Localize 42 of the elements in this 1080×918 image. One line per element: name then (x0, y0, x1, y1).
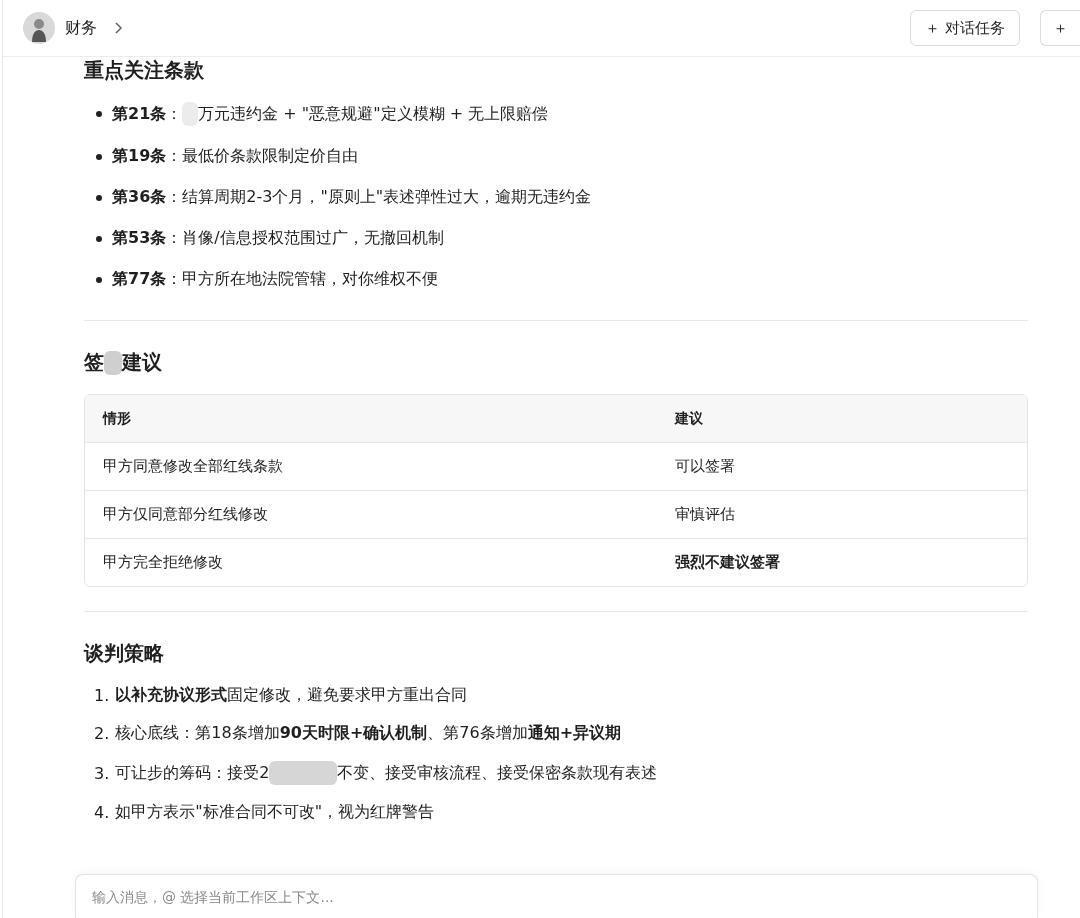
text: 万元违约金 + "恶意规避"定义模糊 + 无上限赔偿 (198, 103, 549, 125)
text: 不变、接受审核流程、接受保密条款现有表述 (337, 762, 658, 784)
workspace-title: 财务 (65, 17, 97, 39)
section-heading: 谈判策略 (84, 640, 164, 667)
table-cell-text: 甲方同意修改全部红线条款 (102, 457, 284, 476)
clause-number: 第77条 (112, 269, 167, 290)
text: 以补充协议形式固定修改，避免要求甲方重出合同 (115, 685, 468, 706)
bullet-dot (96, 276, 102, 283)
text: ：结算周期2-3个月，"原则上"表述弹性过大，逾期无违约金 (166, 187, 592, 208)
column-header: 建议 (673, 409, 704, 428)
clause-number: 第53条 (112, 228, 167, 249)
text: ：肖像/信息授权范围过广，无撤回机制 (166, 228, 444, 249)
list-number: 4. (94, 803, 110, 822)
text: 如甲方表示"标准合同不可改"，视为红牌警告 (115, 802, 434, 823)
clause-number: 第19条 (112, 146, 167, 167)
add-button[interactable]: ＋ (1040, 10, 1080, 46)
table-cell-text: 强烈不建议签署 (674, 553, 781, 572)
bullet-dot (96, 153, 102, 160)
bullet-dot (96, 235, 102, 242)
list-number: 2. (94, 724, 110, 743)
clause-number: 第21条 (112, 103, 167, 125)
new-task-button[interactable]: ＋ 对话任务 (910, 10, 1020, 46)
table-cell-text: 可以签署 (674, 457, 736, 476)
list-number: 1. (94, 686, 110, 705)
text: 可让步的筹码：接受2 (115, 762, 270, 784)
message-input[interactable]: 输入消息，@ 选择当前工作区上下文... (75, 874, 1038, 918)
list-number: 3. (94, 763, 110, 783)
text: ： (166, 103, 183, 125)
table-cell-text: 甲方仅同意部分红线修改 (102, 505, 269, 524)
text: ：最低价条款限制定价自由 (166, 146, 359, 167)
text: 核心底线：第18条增加90天时限+确认机制、第76条增加通知+异议期 (115, 723, 622, 744)
section-heading: 重点关注条款 (84, 57, 204, 84)
avatar[interactable] (23, 12, 55, 44)
clause-number: 第36条 (112, 187, 167, 208)
bullet-dot (96, 194, 102, 201)
section-heading: 签 (84, 349, 104, 376)
table-cell-text: 审慎评估 (674, 505, 736, 524)
column-header: 情形 (101, 409, 132, 428)
text: ：甲方所在地法院管辖，对你维权不便 (166, 269, 439, 290)
bullet-dot (96, 111, 102, 117)
section-heading: 建议 (122, 349, 162, 376)
table-cell-text: 甲方完全拒绝修改 (102, 553, 224, 572)
